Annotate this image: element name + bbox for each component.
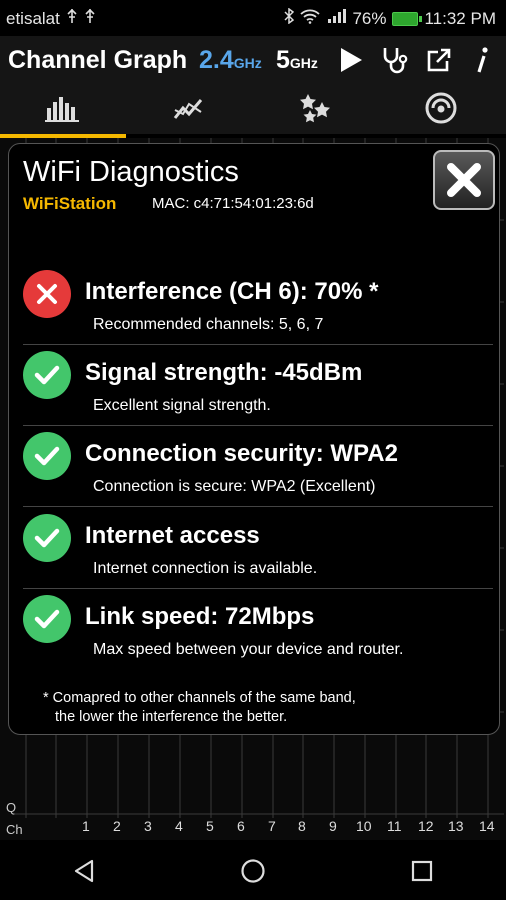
home-button[interactable]	[223, 851, 283, 891]
battery-icon	[392, 11, 423, 26]
channel-tick: 11	[387, 818, 402, 834]
channel-tick: 13	[448, 818, 464, 834]
diagnostic-heading: Link speed: 72Mbps	[85, 603, 315, 630]
diagnostic-heading: Internet access	[85, 522, 260, 549]
check-icon	[23, 595, 71, 643]
diagnostic-signal-strength: Signal strength: -45dBm Excellent signal…	[23, 351, 493, 431]
divider	[23, 588, 493, 589]
tab-ap-list[interactable]	[378, 86, 504, 134]
channel-tick: 12	[418, 818, 434, 834]
diagnostic-internet-access: Internet access Internet connection is a…	[23, 514, 493, 594]
error-icon	[23, 270, 71, 318]
divider	[23, 425, 493, 426]
band-5-unit: GHz	[289, 55, 318, 71]
channel-tick: 10	[356, 818, 372, 834]
footnote-line: the lower the interference the better.	[55, 709, 288, 725]
back-button[interactable]	[54, 851, 114, 891]
y-axis-label: Q	[6, 800, 17, 815]
bluetooth-icon	[284, 7, 295, 29]
network-ssid: WiFiStation	[23, 194, 117, 213]
app-bar: Channel Graph 2.4GHz 5GHz	[0, 36, 506, 86]
line-chart-icon	[173, 94, 205, 127]
channel-tick: 8	[298, 818, 306, 834]
channel-tick: 5	[206, 818, 214, 834]
diagnostic-heading: Connection security: WPA2	[85, 440, 398, 467]
diagnostic-link-speed: Link speed: 72Mbps Max speed between you…	[23, 595, 493, 675]
info-icon[interactable]	[468, 44, 498, 76]
dialog-title: WiFi Diagnostics	[23, 156, 239, 188]
wifi-diagnostics-dialog: WiFi Diagnostics WiFiStation MAC: c4:71:…	[8, 143, 500, 735]
stars-icon	[298, 92, 332, 129]
channel-tick: 4	[175, 818, 183, 834]
bar-chart-icon	[45, 94, 81, 127]
channel-tick: 9	[329, 818, 337, 834]
usb-icon	[66, 8, 78, 29]
footnote: * Comapred to other channels of the same…	[43, 689, 356, 727]
diagnostic-detail: Max speed between your device and router…	[93, 641, 404, 658]
status-bar: etisalat 76% 11:32 PM	[0, 0, 506, 36]
tab-channel-rating[interactable]	[252, 86, 378, 134]
wifi-signal-icon	[424, 91, 458, 130]
check-icon	[23, 432, 71, 480]
channel-tick: 6	[237, 818, 245, 834]
divider	[23, 506, 493, 507]
channel-tick: 7	[268, 818, 276, 834]
tab-channel-graph[interactable]	[0, 86, 126, 138]
channel-tick: 1	[82, 818, 90, 834]
diagnostic-detail: Recommended channels: 5, 6, 7	[93, 316, 324, 333]
close-button[interactable]	[433, 150, 495, 210]
diagnostic-heading: Signal strength: -45dBm	[85, 359, 363, 386]
mac-address: MAC: c4:71:54:01:23:6d	[152, 195, 314, 212]
carrier-label: etisalat	[6, 8, 60, 28]
diagnostic-connection-security: Connection security: WPA2 Connection is …	[23, 432, 493, 512]
diagnostic-heading: Interference (CH 6): 70% *	[85, 278, 379, 305]
x-axis-label: Ch	[6, 822, 23, 837]
close-icon	[445, 161, 483, 199]
channel-tick: 14	[479, 818, 495, 834]
channel-tick: 3	[144, 818, 152, 834]
band-5-toggle[interactable]: 5GHz	[276, 46, 318, 75]
wifi-status-icon	[300, 8, 321, 29]
band-5-value: 5	[276, 46, 290, 74]
recents-button[interactable]	[392, 851, 452, 891]
recents-icon	[411, 860, 432, 882]
diagnostic-interference: Interference (CH 6): 70% * Recommended c…	[23, 270, 493, 350]
share-icon[interactable]	[424, 44, 454, 76]
check-icon	[23, 514, 71, 562]
diagnostic-detail: Excellent signal strength.	[93, 397, 271, 414]
divider	[23, 344, 493, 345]
band-24-value: 2.4	[199, 46, 234, 74]
diagnostic-detail: Connection is secure: WPA2 (Excellent)	[93, 478, 376, 495]
system-nav-bar	[0, 842, 506, 900]
clock: 11:32 PM	[424, 8, 496, 28]
tab-bar	[0, 86, 506, 138]
battery-percent: 76%	[352, 8, 387, 28]
band-24-unit: GHz	[233, 55, 262, 71]
home-icon	[241, 859, 265, 883]
signal-icon	[326, 8, 347, 29]
screen-title: Channel Graph	[8, 46, 188, 74]
channel-tick: 2	[113, 818, 121, 834]
band-24-toggle[interactable]: 2.4GHz	[199, 46, 262, 75]
usb-icon	[84, 8, 96, 29]
tab-time-graph[interactable]	[126, 86, 252, 134]
back-icon	[75, 859, 94, 883]
diagnostic-detail: Internet connection is available.	[93, 560, 318, 577]
stethoscope-icon[interactable]	[380, 44, 410, 76]
footnote-line: * Comapred to other channels of the same…	[43, 690, 356, 706]
play-icon[interactable]	[336, 44, 366, 76]
check-icon	[23, 351, 71, 399]
